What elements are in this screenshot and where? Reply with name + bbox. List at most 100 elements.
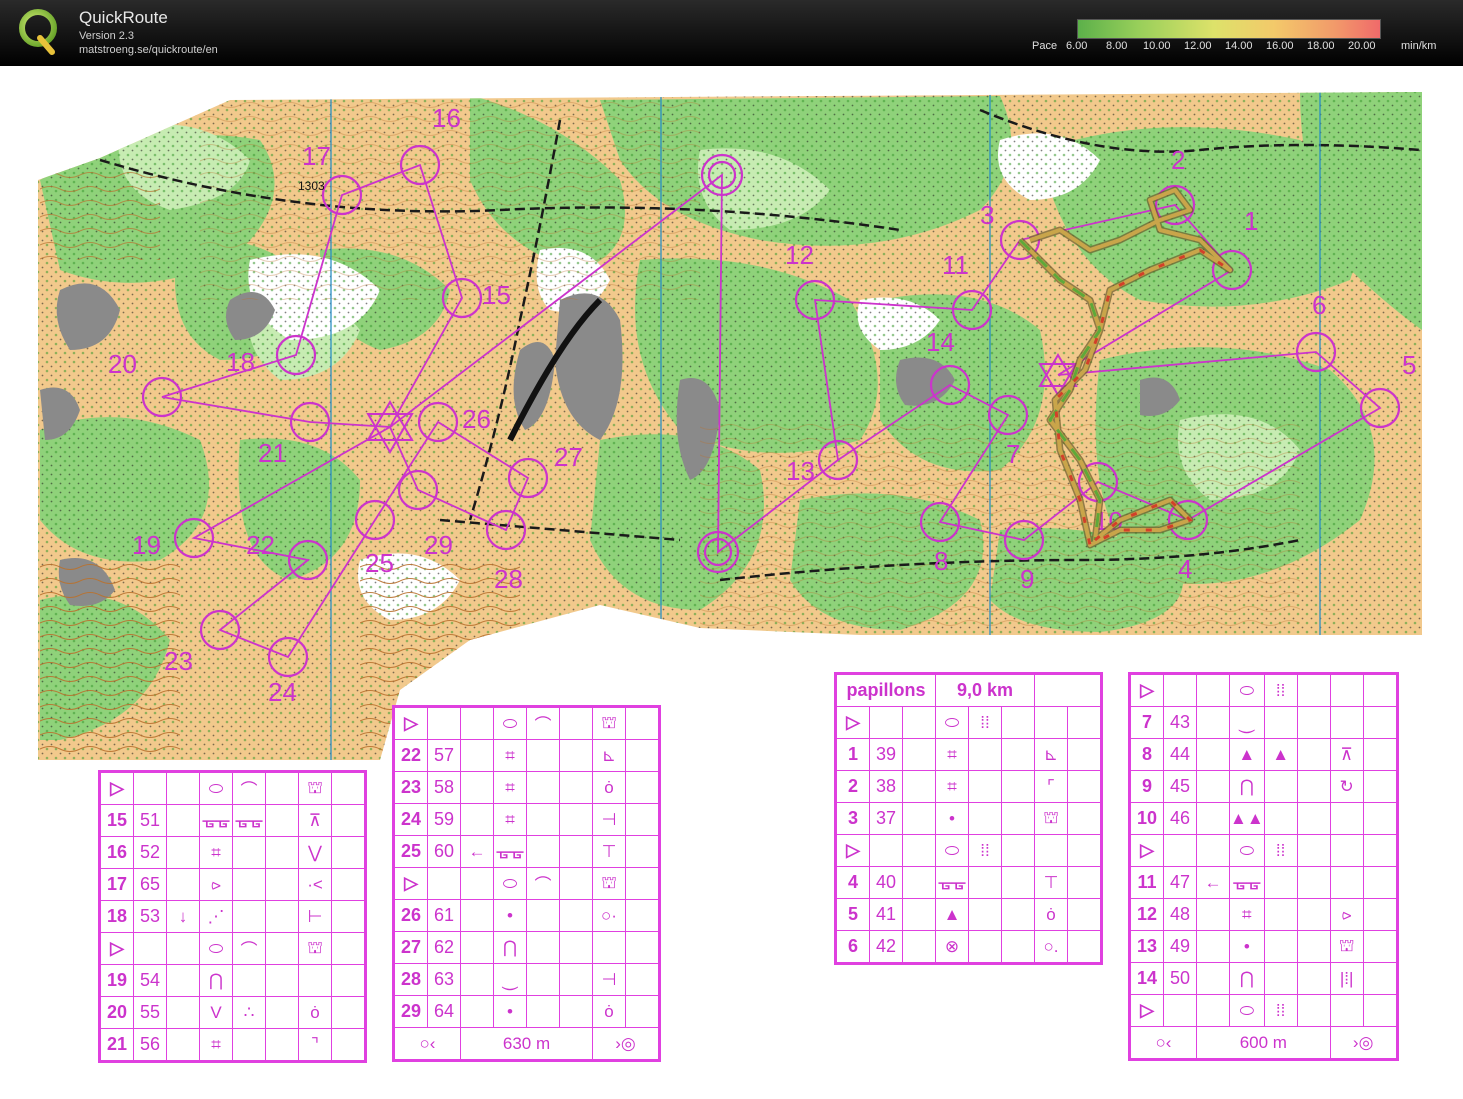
- description-cell: [232, 868, 266, 901]
- description-cell: ᚗᚗ: [232, 804, 266, 837]
- description-cell: ↓: [166, 900, 200, 933]
- description-row: 4 40 ᚗᚗ ⊤: [835, 866, 1102, 899]
- description-cell: [460, 963, 494, 996]
- description-cell: ᚗᚗ: [1229, 866, 1265, 899]
- description-row: 6 42 ⊗ ○.: [835, 930, 1102, 964]
- description-cell: V: [199, 996, 233, 1029]
- description-cell: ⌗: [493, 803, 527, 836]
- description-cell: 56: [133, 1028, 167, 1062]
- description-cell: 39: [869, 738, 903, 771]
- description-cell: ⋰: [199, 900, 233, 933]
- description-cell: ⬭: [1229, 994, 1265, 1027]
- description-cell: [559, 803, 593, 836]
- description-cell: [625, 899, 660, 932]
- description-cell: ⌝: [298, 1028, 332, 1062]
- description-cell: [526, 995, 560, 1028]
- description-row: 11 47 ← ᚗᚗ: [1129, 866, 1398, 899]
- description-cell: [869, 706, 903, 739]
- description-cell: [1263, 930, 1298, 963]
- description-cell: 12: [1129, 898, 1164, 931]
- description-cell: [625, 739, 660, 772]
- description-cell: 19: [99, 964, 134, 997]
- description-cell: ⋂: [1229, 770, 1265, 803]
- description-cell: 17: [99, 868, 134, 901]
- description-cell: [526, 739, 560, 772]
- description-cell: ȯ: [592, 771, 626, 804]
- description-row: 7 43 ⏝: [1129, 706, 1398, 739]
- description-cell: 14: [1129, 962, 1164, 995]
- card-footer-row: ○‹ 600 m ›◎: [1129, 1026, 1398, 1060]
- description-cell: 3: [835, 802, 870, 835]
- description-cell: [166, 932, 200, 965]
- description-cell: 61: [427, 899, 461, 932]
- description-cell: [559, 835, 593, 868]
- description-cell: [902, 706, 936, 739]
- description-cell: [1163, 834, 1197, 867]
- control-number: 9: [1020, 564, 1034, 594]
- description-cell: [902, 738, 936, 771]
- description-cell: ⛫: [1329, 930, 1364, 963]
- control-description-card-22-29: ▷ ⬭ ⌒ ⛫ 22 57 ⌗ ⊾ 23 58 ⌗ ȯ 24 59 ⌗ ⊣ 25 60 ← ᚗᚗ ⊤ ▷ ⬭ ⌒ ⛫ 26 61 • ○…: [392, 705, 661, 1062]
- description-cell: 38: [869, 770, 903, 803]
- description-cell: [133, 932, 167, 965]
- description-cell: ○.: [1034, 930, 1068, 964]
- description-cell: [427, 706, 461, 740]
- description-cell: ○·: [592, 899, 626, 932]
- description-cell: 21: [99, 1028, 134, 1062]
- description-cell: [265, 964, 299, 997]
- course-name: papillons: [835, 673, 936, 707]
- finish-end-icon: ›◎: [592, 1027, 660, 1061]
- description-cell: ⋂: [199, 964, 233, 997]
- description-cell: [166, 804, 200, 837]
- description-cell: [1196, 962, 1230, 995]
- description-cell: [1329, 706, 1364, 739]
- control-number: 4: [1178, 554, 1192, 584]
- description-cell: 16: [99, 836, 134, 869]
- control-number: 28: [494, 564, 523, 594]
- description-cell: [1296, 738, 1331, 771]
- description-cell: [559, 739, 593, 772]
- description-cell: [559, 931, 593, 964]
- description-cell: ⬭: [199, 932, 233, 965]
- description-cell: ⌗: [493, 771, 527, 804]
- description-cell: 42: [869, 930, 903, 964]
- description-cell: [1362, 834, 1398, 867]
- description-cell: ⬭: [493, 706, 527, 740]
- description-cell: [869, 834, 903, 867]
- description-cell: [460, 739, 494, 772]
- description-cell: ᚗᚗ: [493, 835, 527, 868]
- description-cell: [592, 931, 626, 964]
- description-cell: [166, 1028, 200, 1062]
- description-cell: 11: [1129, 866, 1164, 899]
- control-number: 3: [980, 200, 994, 230]
- description-cell: ⁞⁞: [1263, 834, 1298, 867]
- description-cell: 65: [133, 868, 167, 901]
- description-cell: ȯ: [592, 995, 626, 1028]
- description-cell: ⊾: [1034, 738, 1068, 771]
- description-row: ▷ ⬭ ⌒ ⛫: [393, 867, 660, 900]
- description-row: 12 48 ⌗ ⪧: [1129, 898, 1398, 931]
- description-cell: [1163, 994, 1197, 1027]
- description-cell: [460, 803, 494, 836]
- description-cell: [559, 899, 593, 932]
- description-cell: [902, 802, 936, 835]
- description-cell: [265, 932, 299, 965]
- control-description-card-1-6: papillons 9,0 km ▷ ⬭ ⁞⁞ 1 39 ⌗ ⊾ 2 38 ⌗ ⌜ 3 37 • ⛫ ▷ ⬭ ⁞⁞ 4 4…: [834, 672, 1103, 965]
- control-number: 13: [786, 456, 815, 486]
- description-cell: ⁞⁞: [968, 706, 1002, 739]
- description-cell: [1196, 930, 1230, 963]
- description-cell: 58: [427, 771, 461, 804]
- description-cell: ⬭: [935, 834, 969, 867]
- description-cell: ▷: [835, 706, 870, 739]
- description-cell: [1163, 673, 1197, 707]
- description-cell: [1263, 770, 1298, 803]
- description-cell: [902, 770, 936, 803]
- description-cell: ⛫: [298, 771, 332, 805]
- description-cell: ⪧: [199, 868, 233, 901]
- description-cell: ⬭: [493, 867, 527, 900]
- description-cell: ⛫: [592, 867, 626, 900]
- control-number: 18: [226, 347, 255, 377]
- description-cell: ⌒: [526, 706, 560, 740]
- description-cell: [298, 964, 332, 997]
- description-cell: [1001, 930, 1035, 964]
